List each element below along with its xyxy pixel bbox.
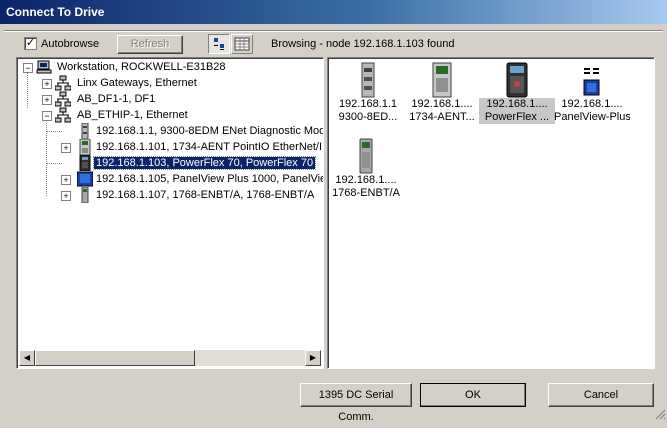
powerflex-drive-icon xyxy=(77,154,93,172)
device-name: PanelView-Plus xyxy=(554,111,630,123)
device-name: 9300-8ED... xyxy=(338,111,398,123)
cancel-button[interactable]: Cancel xyxy=(548,383,654,407)
refresh-button[interactable]: Refresh xyxy=(117,35,183,54)
tree-item-workstation[interactable]: Workstation, ROCKWELL-E31B28 xyxy=(55,59,228,75)
tree-connector xyxy=(46,123,47,196)
expand-linx-gateways[interactable]: + xyxy=(42,79,52,89)
expand-node-101[interactable]: + xyxy=(61,143,71,153)
diagnostic-module-icon xyxy=(350,62,386,98)
ethernet-driver-icon xyxy=(54,107,72,123)
details-list-icon xyxy=(234,37,250,51)
expand-node-107[interactable]: + xyxy=(61,191,71,201)
browse-status-text: Browsing - node 192.168.1.103 found xyxy=(271,38,455,50)
tree-connector xyxy=(46,131,62,132)
expand-node-105[interactable]: + xyxy=(61,175,71,185)
device-item-node-101[interactable]: 192.168.1.... 1734-AENT... xyxy=(404,62,480,124)
tree-item-label: AB_ETHIP-1, Ethernet xyxy=(77,109,188,121)
tree-item-label: 192.168.1.101, 1734-AENT PointIO EtherNe… xyxy=(96,141,323,153)
autobrowse-checkbox[interactable]: ✓ xyxy=(24,37,37,50)
panelview-plus-icon xyxy=(574,62,610,98)
network-icon xyxy=(54,75,72,91)
device-item-node-107[interactable]: 192.168.1.... 1768-ENBT/A xyxy=(328,138,404,200)
tree-item-label: 192.168.1.107, 1768-ENBT/A, 1768-ENBT/A xyxy=(96,189,315,201)
device-name: 1734-AENT... xyxy=(409,111,475,123)
tree-item-label: AB_DF1-1, DF1 xyxy=(77,93,156,105)
collapse-workstation[interactable]: − xyxy=(23,63,33,73)
tree-item-node-107[interactable]: 192.168.1.107, 1768-ENBT/A, 1768-ENBT/A xyxy=(94,187,316,203)
window-title: Connect To Drive xyxy=(6,5,105,19)
device-icons-pane[interactable]: 192.168.1.1 9300-8ED... 192.168.1.... 17… xyxy=(327,57,655,369)
resize-grip-icon[interactable] xyxy=(654,408,666,420)
enbt-module-icon xyxy=(77,186,93,204)
device-item-node-105[interactable]: 192.168.1.... PanelView-Plus xyxy=(554,62,630,124)
scroll-left-button[interactable]: ◀ xyxy=(19,350,35,366)
powerflex-drive-icon xyxy=(499,62,535,98)
large-icons-icon xyxy=(214,38,224,50)
title-bar: Connect To Drive xyxy=(0,0,667,24)
collapse-ethip[interactable]: − xyxy=(42,111,52,121)
serial-comm-button[interactable]: 1395 DC Serial Comm. xyxy=(300,383,412,423)
tree-item-df1[interactable]: AB_DF1-1, DF1 xyxy=(75,91,157,107)
ok-button[interactable]: OK xyxy=(420,383,526,407)
pointio-adapter-icon xyxy=(77,138,93,156)
tree-item-label: 192.168.1.105, PanelView Plus 1000, Pane… xyxy=(96,173,324,185)
large-icons-view-button[interactable] xyxy=(208,34,230,54)
panelview-icon xyxy=(76,171,94,187)
expand-df1[interactable]: + xyxy=(42,95,52,105)
serial-driver-icon xyxy=(54,91,72,107)
tree-item-linx-gateways[interactable]: Linx Gateways, Ethernet xyxy=(75,75,199,91)
network-tree-pane[interactable]: − Workstation, ROCKWELL-E31B28 + Linx Ga… xyxy=(16,57,324,369)
device-ip: 192.168.1.... xyxy=(561,98,623,110)
details-view-button[interactable] xyxy=(231,34,253,54)
device-name: 1768-ENBT/A xyxy=(332,187,400,199)
diagnostic-module-icon xyxy=(77,122,93,140)
tree-horizontal-scrollbar[interactable]: ◀ ▶ xyxy=(19,350,321,366)
tree-item-ethip[interactable]: AB_ETHIP-1, Ethernet xyxy=(75,107,190,123)
tree-item-node-105[interactable]: 192.168.1.105, PanelView Plus 1000, Pane… xyxy=(94,171,324,187)
tree-item-node-103[interactable]: 192.168.1.103, PowerFlex 70, PowerFlex 7… xyxy=(92,155,317,171)
device-ip: 192.168.1.... xyxy=(335,174,397,186)
tree-item-label: Workstation, ROCKWELL-E31B28 xyxy=(57,61,226,73)
scroll-thumb[interactable] xyxy=(35,350,195,366)
tree-item-label: Linx Gateways, Ethernet xyxy=(77,77,197,89)
computer-icon xyxy=(36,59,52,75)
device-ip: 192.168.1.... xyxy=(479,98,555,111)
autobrowse-label[interactable]: Autobrowse xyxy=(41,38,99,50)
tree-item-node-1[interactable]: 192.168.1.1, 9300-8EDM ENet Diagnostic M… xyxy=(94,123,324,139)
pointio-adapter-icon xyxy=(424,62,460,98)
tree-connector xyxy=(46,163,62,164)
device-item-node-103[interactable]: 192.168.1.... PowerFlex ... xyxy=(479,62,555,124)
enbt-module-icon xyxy=(348,138,384,174)
tree-connector xyxy=(27,73,28,108)
tree-item-label: 192.168.1.103, PowerFlex 70, PowerFlex 7… xyxy=(92,156,317,170)
device-ip: 192.168.1.1 xyxy=(338,98,398,110)
device-item-node-1[interactable]: 192.168.1.1 9300-8ED... xyxy=(330,62,406,124)
tree-item-node-101[interactable]: 192.168.1.101, 1734-AENT PointIO EtherNe… xyxy=(94,139,323,155)
device-name: PowerFlex ... xyxy=(479,111,555,124)
device-ip: 192.168.1.... xyxy=(411,98,473,110)
toolbar-separator xyxy=(4,30,663,32)
tree-item-label: 192.168.1.1, 9300-8EDM ENet Diagnostic M… xyxy=(96,125,324,137)
scroll-right-button[interactable]: ▶ xyxy=(305,350,321,366)
